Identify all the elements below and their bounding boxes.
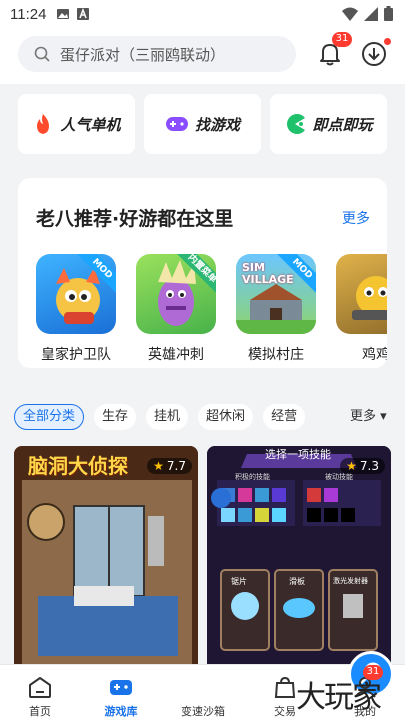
status-left-icons: [56, 7, 90, 21]
skill-card-label: 锯片: [231, 577, 247, 586]
trade-bag-icon: [274, 676, 296, 698]
category-chip-survival[interactable]: 生存: [94, 404, 137, 430]
notification-button[interactable]: 31: [316, 32, 352, 70]
nav-label: 交易: [274, 705, 296, 718]
quick-label: 人气单机: [60, 115, 121, 134]
status-time: 11:24: [10, 5, 47, 23]
search-placeholder: 蛋仔派对（三丽鸥联动）: [60, 45, 226, 64]
tile-banner-text: 脑洞大侦探: [28, 454, 128, 478]
quick-label: 找游戏: [194, 115, 240, 134]
popular-offline-button[interactable]: 人气单机: [18, 94, 135, 154]
game-name: 皇家护卫队: [41, 347, 111, 363]
battery-icon: [384, 6, 393, 21]
rating-badge: ★ 7.7: [147, 458, 192, 474]
search-icon: [34, 46, 50, 62]
image-notification-icon: [57, 9, 70, 19]
category-more-button[interactable]: 更多 ▾: [350, 404, 387, 430]
notification-badge: 31: [332, 32, 352, 47]
game-tile[interactable]: 选择一项技能 积极的技能 被动技能 锯片 滑板 激光发射器 ★ 7.3: [207, 446, 391, 672]
recommend-more-link[interactable]: 更多: [342, 208, 370, 228]
find-game-button[interactable]: 找游戏: [144, 94, 261, 154]
wifi-icon: [342, 7, 358, 21]
download-icon: [362, 42, 386, 66]
watermark-logo: 大玩家: [296, 680, 382, 715]
nav-home[interactable]: 首页: [5, 665, 75, 720]
header: 蛋仔派对（三丽鸥联动） 31: [0, 28, 405, 84]
game-library-icon: [110, 680, 132, 695]
status-bar: 11:24: [0, 0, 405, 28]
download-button[interactable]: [360, 38, 391, 70]
game-icon: MOD: [36, 254, 116, 334]
star-icon: ★: [346, 459, 357, 473]
signal-icon: [364, 6, 378, 21]
tile-sublabel-left: 积极的技能: [235, 473, 270, 481]
game-icon: 内置菜单: [136, 254, 216, 334]
rating-badge: ★ 7.3: [340, 458, 385, 474]
rating-value: 7.7: [166, 459, 186, 473]
game-tile-grid: 脑洞大侦探 ★ 7.7 选择一项技能 积极的技能 被动技能 锯片 滑板 激光发射器…: [14, 446, 391, 672]
quick-label: 即点即玩: [312, 115, 373, 134]
nav-label: 首页: [29, 705, 51, 718]
game-name: 模拟村庄: [248, 347, 304, 363]
game-logo-text: SIM VILLAGE: [242, 261, 294, 286]
tile-banner-text: 选择一项技能: [265, 448, 331, 461]
status-right-icons: [342, 6, 393, 21]
game-name: 英雄冲刺: [148, 347, 204, 363]
quick-entry-row: 人气单机 找游戏 即点即玩: [18, 94, 387, 154]
skill-card-label: 滑板: [289, 577, 305, 586]
game-icon: [336, 254, 387, 334]
rating-value: 7.3: [359, 459, 379, 473]
game-tile[interactable]: 脑洞大侦探 ★ 7.7: [14, 446, 198, 672]
instant-play-button[interactable]: 即点即玩: [270, 94, 387, 154]
category-chip-management[interactable]: 经营: [263, 404, 306, 430]
category-chip-row: 全部分类 生存 挂机 超休闲 经营: [14, 404, 405, 430]
nav-game-library[interactable]: 游戏库: [86, 665, 156, 720]
gamepad-icon: [165, 117, 188, 131]
game-item[interactable]: MOD 皇家护卫队: [36, 254, 116, 364]
search-input[interactable]: 蛋仔派对（三丽鸥联动）: [18, 36, 296, 72]
skill-card-label: 激光发射器: [333, 577, 368, 585]
nav-label: 变速沙箱: [181, 705, 225, 718]
game-art: [352, 276, 387, 320]
pacman-icon: [287, 114, 306, 134]
game-item[interactable]: 内置菜单 英雄冲刺: [136, 254, 216, 364]
game-item[interactable]: 鸡鸡: [336, 254, 387, 364]
recommend-card: 老八推荐·好游都在这里 更多 MOD 皇家护卫队 内置菜单 英雄冲刺 MOD S…: [18, 178, 387, 368]
game-tile-art: [14, 446, 198, 672]
category-chip-idle[interactable]: 挂机: [146, 404, 189, 430]
star-icon: ★: [153, 459, 164, 473]
recommend-title: 老八推荐·好游都在这里: [36, 208, 234, 230]
game-item[interactable]: MOD SIM VILLAGE 模拟村庄: [236, 254, 316, 364]
category-chip-hypercasual[interactable]: 超休闲: [198, 404, 254, 430]
nav-speed-sandbox[interactable]: 变速沙箱: [168, 651, 394, 720]
nav-label: 游戏库: [104, 705, 138, 718]
app-notification-icon: [77, 7, 90, 20]
game-icon: MOD SIM VILLAGE: [236, 254, 316, 334]
home-icon: [29, 677, 51, 698]
category-chip-all[interactable]: 全部分类: [14, 404, 85, 430]
download-dot: [384, 38, 391, 45]
game-name: 鸡鸡: [362, 347, 387, 363]
flame-icon: [37, 114, 50, 134]
recommend-game-list: MOD 皇家护卫队 内置菜单 英雄冲刺 MOD SIM VILLAGE 模拟村庄…: [36, 254, 387, 364]
